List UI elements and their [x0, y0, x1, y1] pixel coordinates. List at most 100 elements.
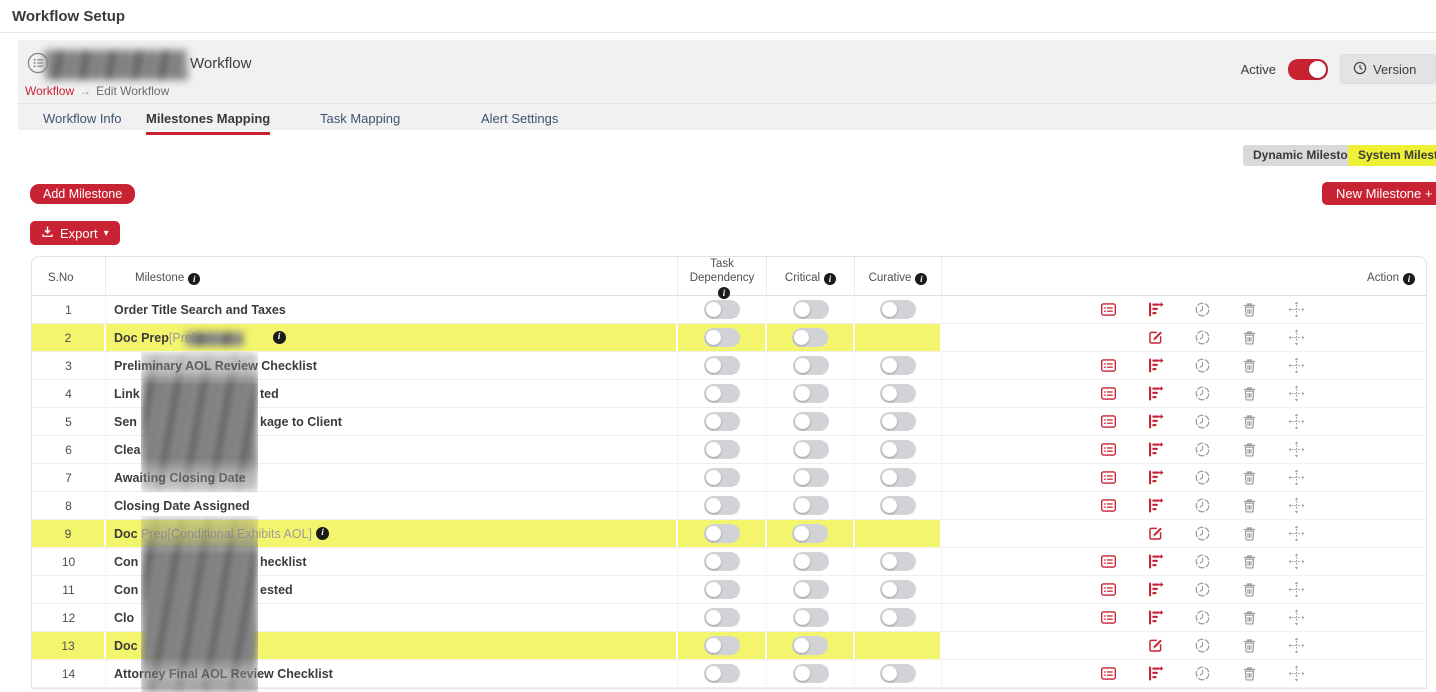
edit-icon[interactable] — [1146, 329, 1164, 347]
critical-toggle[interactable] — [793, 468, 829, 487]
history-clock-icon[interactable] — [1193, 469, 1211, 487]
critical-toggle[interactable] — [793, 580, 829, 599]
task-dependency-toggle[interactable] — [704, 636, 740, 655]
details-list-icon[interactable] — [1099, 665, 1117, 683]
trash-icon[interactable] — [1240, 497, 1258, 515]
critical-toggle[interactable] — [793, 384, 829, 403]
trash-icon[interactable] — [1240, 301, 1258, 319]
critical-toggle[interactable] — [793, 496, 829, 515]
task-dependency-toggle[interactable] — [704, 524, 740, 543]
trash-icon[interactable] — [1240, 581, 1258, 599]
task-dependency-toggle[interactable] — [704, 412, 740, 431]
critical-toggle[interactable] — [793, 440, 829, 459]
history-clock-icon[interactable] — [1193, 497, 1211, 515]
version-button[interactable]: Version — [1340, 54, 1436, 84]
critical-toggle[interactable] — [793, 552, 829, 571]
trash-icon[interactable] — [1240, 637, 1258, 655]
critical-toggle[interactable] — [793, 608, 829, 627]
critical-toggle[interactable] — [793, 412, 829, 431]
task-dependency-toggle[interactable] — [704, 468, 740, 487]
move-icon[interactable] — [1287, 469, 1305, 487]
curative-toggle[interactable] — [880, 468, 916, 487]
details-list-icon[interactable] — [1099, 357, 1117, 375]
info-icon[interactable]: i — [915, 273, 927, 285]
critical-toggle[interactable] — [792, 524, 828, 543]
curative-toggle[interactable] — [880, 440, 916, 459]
task-dependency-toggle[interactable] — [704, 328, 740, 347]
move-icon[interactable] — [1287, 581, 1305, 599]
curative-toggle[interactable] — [880, 384, 916, 403]
details-list-icon[interactable] — [1099, 385, 1117, 403]
subtask-icon[interactable] — [1146, 385, 1164, 403]
trash-icon[interactable] — [1240, 357, 1258, 375]
export-button[interactable]: Export ▾ — [30, 221, 120, 245]
task-dependency-toggle[interactable] — [704, 552, 740, 571]
add-milestone-button[interactable]: Add Milestone — [30, 184, 135, 204]
details-list-icon[interactable] — [1099, 609, 1117, 627]
curative-toggle[interactable] — [880, 356, 916, 375]
critical-toggle[interactable] — [793, 300, 829, 319]
details-list-icon[interactable] — [1099, 301, 1117, 319]
curative-toggle[interactable] — [880, 300, 916, 319]
subtask-icon[interactable] — [1146, 413, 1164, 431]
info-icon[interactable]: i — [188, 273, 200, 285]
critical-toggle[interactable] — [792, 636, 828, 655]
trash-icon[interactable] — [1240, 385, 1258, 403]
history-clock-icon[interactable] — [1193, 385, 1211, 403]
history-clock-icon[interactable] — [1193, 301, 1211, 319]
move-icon[interactable] — [1287, 329, 1305, 347]
history-clock-icon[interactable] — [1193, 329, 1211, 347]
move-icon[interactable] — [1287, 553, 1305, 571]
history-clock-icon[interactable] — [1193, 665, 1211, 683]
details-list-icon[interactable] — [1099, 553, 1117, 571]
curative-toggle[interactable] — [880, 608, 916, 627]
trash-icon[interactable] — [1240, 329, 1258, 347]
curative-toggle[interactable] — [880, 496, 916, 515]
subtask-icon[interactable] — [1146, 301, 1164, 319]
curative-toggle[interactable] — [880, 580, 916, 599]
task-dependency-toggle[interactable] — [704, 356, 740, 375]
critical-toggle[interactable] — [793, 664, 829, 683]
task-dependency-toggle[interactable] — [704, 384, 740, 403]
history-clock-icon[interactable] — [1193, 581, 1211, 599]
move-icon[interactable] — [1287, 525, 1305, 543]
history-clock-icon[interactable] — [1193, 637, 1211, 655]
trash-icon[interactable] — [1240, 469, 1258, 487]
move-icon[interactable] — [1287, 357, 1305, 375]
curative-toggle[interactable] — [880, 412, 916, 431]
move-icon[interactable] — [1287, 609, 1305, 627]
trash-icon[interactable] — [1240, 413, 1258, 431]
trash-icon[interactable] — [1240, 665, 1258, 683]
move-icon[interactable] — [1287, 637, 1305, 655]
tab-alert-settings[interactable]: Alert Settings — [481, 111, 558, 126]
tab-task-mapping[interactable]: Task Mapping — [320, 111, 400, 126]
info-icon[interactable]: i — [824, 273, 836, 285]
history-clock-icon[interactable] — [1193, 609, 1211, 627]
subtask-icon[interactable] — [1146, 665, 1164, 683]
details-list-icon[interactable] — [1099, 413, 1117, 431]
task-dependency-toggle[interactable] — [704, 664, 740, 683]
system-milestone-badge[interactable]: System Milestone — [1348, 145, 1436, 166]
move-icon[interactable] — [1287, 301, 1305, 319]
subtask-icon[interactable] — [1146, 441, 1164, 459]
subtask-icon[interactable] — [1146, 497, 1164, 515]
move-icon[interactable] — [1287, 385, 1305, 403]
subtask-icon[interactable] — [1146, 553, 1164, 571]
trash-icon[interactable] — [1240, 609, 1258, 627]
task-dependency-toggle[interactable] — [704, 580, 740, 599]
curative-toggle[interactable] — [880, 664, 916, 683]
info-icon[interactable]: i — [273, 331, 286, 344]
curative-toggle[interactable] — [880, 552, 916, 571]
history-clock-icon[interactable] — [1193, 525, 1211, 543]
new-milestone-button[interactable]: New Milestone + — [1322, 182, 1436, 205]
details-list-icon[interactable] — [1099, 581, 1117, 599]
details-list-icon[interactable] — [1099, 469, 1117, 487]
history-clock-icon[interactable] — [1193, 441, 1211, 459]
move-icon[interactable] — [1287, 413, 1305, 431]
task-dependency-toggle[interactable] — [704, 496, 740, 515]
task-dependency-toggle[interactable] — [704, 300, 740, 319]
history-clock-icon[interactable] — [1193, 357, 1211, 375]
trash-icon[interactable] — [1240, 525, 1258, 543]
details-list-icon[interactable] — [1099, 497, 1117, 515]
info-icon[interactable]: i — [316, 527, 329, 540]
